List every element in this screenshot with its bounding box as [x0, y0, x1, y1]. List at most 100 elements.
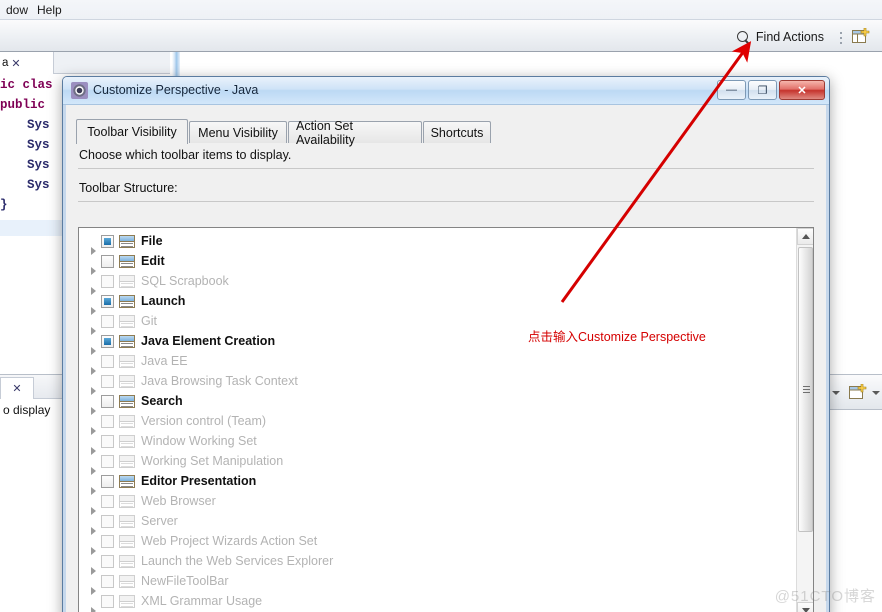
screen: dow Help Find Actions a ✕ ic clas public	[0, 0, 882, 612]
tree-row[interactable]: Java EE	[79, 351, 795, 375]
tree-row-checkbox[interactable]	[101, 474, 114, 488]
tree-row-checkbox[interactable]	[101, 254, 114, 268]
dialog-titlebar[interactable]: Customize Perspective - Java — ❐ ✕	[63, 77, 829, 105]
tree-row-checkbox[interactable]	[101, 574, 114, 588]
tree-row[interactable]: Edit	[79, 251, 795, 275]
new-perspective-icon[interactable]	[852, 27, 870, 45]
bottom-view-tab[interactable]: ✕	[0, 377, 34, 399]
close-button[interactable]: ✕	[779, 80, 825, 100]
find-actions-label: Find Actions	[755, 30, 824, 44]
minimize-button[interactable]: —	[717, 80, 746, 100]
toolbar-group-icon	[119, 454, 135, 468]
tree-row[interactable]: SQL Scrapbook	[79, 271, 795, 295]
tab-menu-visibility[interactable]: Menu Visibility	[189, 121, 287, 143]
close-icon[interactable]: ✕	[12, 382, 21, 395]
tree-row-checkbox[interactable]	[101, 394, 114, 408]
scrollbar-thumb[interactable]	[798, 247, 813, 532]
tree-row[interactable]: Search	[79, 391, 795, 415]
tree-row-checkbox[interactable]	[101, 374, 114, 388]
tree-row-checkbox[interactable]	[101, 294, 114, 308]
toolbar-group-icon	[119, 314, 135, 328]
tree-row-label: NewFileToolBar	[141, 574, 229, 588]
tree-row-label: Web Browser	[141, 494, 216, 508]
tree-row[interactable]: Launch	[79, 291, 795, 315]
tab-shortcuts[interactable]: Shortcuts	[423, 121, 491, 143]
close-icon[interactable]: ✕	[11, 57, 20, 70]
editor-tab-java[interactable]: a ✕	[0, 52, 54, 74]
tree-row[interactable]: Server	[79, 511, 795, 535]
toolbar-group-icon	[119, 334, 135, 348]
tree-row-checkbox[interactable]	[101, 354, 114, 368]
tree-row-label: Git	[141, 314, 157, 328]
dialog-tabstrip: Toolbar Visibility Menu Visibility Actio…	[76, 119, 816, 147]
tree-row[interactable]: Launch the Web Services Explorer	[79, 551, 795, 575]
customize-perspective-dialog: Customize Perspective - Java — ❐ ✕ Toolb…	[62, 76, 830, 612]
tree-row-checkbox[interactable]	[101, 594, 114, 608]
toolbar-group-icon	[119, 414, 135, 428]
tree-row[interactable]: Editor Presentation	[79, 471, 795, 495]
tree-row-checkbox[interactable]	[101, 454, 114, 468]
tree-row[interactable]: Version control (Team)	[79, 411, 795, 435]
toolbar-group-icon	[119, 534, 135, 548]
tree-row[interactable]: Java Browsing Task Context	[79, 371, 795, 395]
tree-row[interactable]: File	[79, 231, 795, 255]
tab-toolbar-visibility[interactable]: Toolbar Visibility	[76, 119, 188, 144]
code-line: Sys	[27, 158, 50, 172]
toolbar-group-icon	[119, 434, 135, 448]
toolbar-group-icon	[119, 294, 135, 308]
tab-action-set-availability[interactable]: Action Set Availability	[288, 119, 422, 147]
divider	[78, 168, 814, 169]
code-line: }	[0, 198, 8, 212]
dialog-title: Customize Perspective - Java	[93, 83, 259, 97]
tree-row-checkbox[interactable]	[101, 514, 114, 528]
tree-row-checkbox[interactable]	[101, 334, 114, 348]
chevron-down-icon[interactable]	[872, 391, 880, 395]
toolbar-group-icon	[119, 254, 135, 268]
toolbar-group-icon	[119, 234, 135, 248]
tree-row[interactable]: Window Working Set	[79, 431, 795, 455]
new-file-icon[interactable]	[849, 383, 867, 401]
tree-row[interactable]: XML Grammar Usage	[79, 591, 795, 612]
toolbar-group-icon	[119, 394, 135, 408]
tree-row-label: Search	[141, 394, 183, 408]
search-icon	[736, 30, 750, 44]
tree-row-checkbox[interactable]	[101, 534, 114, 548]
tree-row-checkbox[interactable]	[101, 314, 114, 328]
tree-row[interactable]: Working Set Manipulation	[79, 451, 795, 475]
tree-row-label: Web Project Wizards Action Set	[141, 534, 318, 548]
tree-row-checkbox[interactable]	[101, 554, 114, 568]
find-actions-button[interactable]: Find Actions	[736, 28, 824, 46]
toolbar-structure-tree[interactable]: File Edit SQL Scrapbook Launch Git Java Eleme…	[78, 227, 814, 612]
tree-row-checkbox[interactable]	[101, 434, 114, 448]
toolbar-group-icon	[119, 474, 135, 488]
menu-item-help[interactable]: Help	[33, 3, 66, 17]
tree-row-checkbox[interactable]	[101, 494, 114, 508]
ide-menubar: dow Help	[0, 0, 882, 20]
tree-row-label: XML Grammar Usage	[141, 594, 263, 608]
toolbar-group-icon	[119, 554, 135, 568]
tree-row-label: Launch the Web Services Explorer	[141, 554, 334, 568]
tree-row-label: Working Set Manipulation	[141, 454, 284, 468]
ide-toolbar: Find Actions	[0, 20, 882, 52]
tree-row[interactable]: Web Browser	[79, 491, 795, 515]
scrollbar-grip-icon	[803, 385, 810, 394]
dialog-body: Toolbar Visibility Menu Visibility Actio…	[67, 105, 825, 612]
toolbar-overflow-dots-icon[interactable]	[840, 32, 842, 44]
tree-vertical-scrollbar[interactable]	[796, 228, 813, 612]
menu-item-window[interactable]: dow	[2, 3, 32, 17]
tree-row-checkbox[interactable]	[101, 274, 114, 288]
tree-row-checkbox[interactable]	[101, 414, 114, 428]
scroll-up-button[interactable]	[797, 228, 813, 245]
code-line: ic clas	[0, 78, 53, 92]
tree-row-checkbox[interactable]	[101, 234, 114, 248]
tree-row[interactable]: NewFileToolBar	[79, 571, 795, 595]
tree-row[interactable]: Web Project Wizards Action Set	[79, 531, 795, 555]
toolbar-group-icon	[119, 274, 135, 288]
tree-row-label: Version control (Team)	[141, 414, 267, 428]
tree-row-label: Java Element Creation	[141, 334, 276, 348]
maximize-button[interactable]: ❐	[748, 80, 777, 100]
tree-row-label: Java EE	[141, 354, 188, 368]
chevron-down-icon	[801, 608, 810, 612]
tree-row-label: Editor Presentation	[141, 474, 257, 488]
chevron-down-icon[interactable]	[832, 391, 840, 395]
